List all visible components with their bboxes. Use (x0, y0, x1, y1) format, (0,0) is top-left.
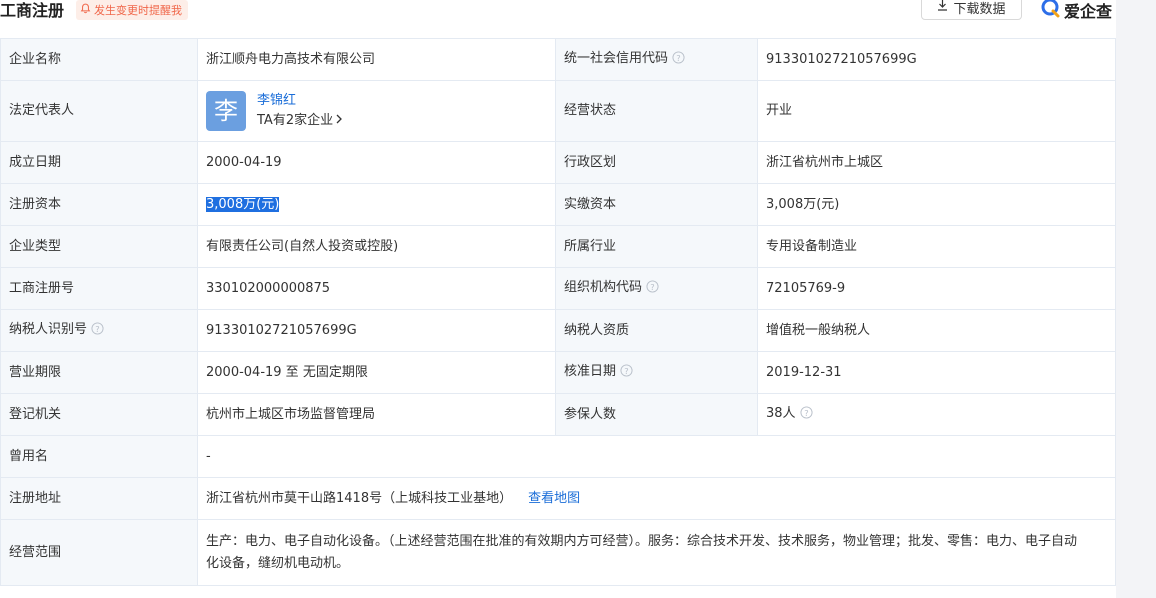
label-address: 注册地址 (0, 477, 198, 520)
label-region: 行政区划 (555, 141, 758, 184)
table-row: 工商注册号 330102000000875 组织机构代码? 72105769-9 (0, 267, 1116, 310)
change-alert-label: 发生变更时提醒我 (94, 3, 182, 17)
help-icon[interactable]: ? (91, 321, 104, 342)
download-icon (937, 0, 948, 15)
label-type: 企业类型 (0, 225, 198, 268)
svg-text:?: ? (676, 52, 680, 62)
value-company-name: 浙江顺舟电力高技术有限公司 (197, 38, 556, 81)
label-approval: 核准日期? (555, 351, 758, 394)
label-insured: 参保人数 (555, 393, 758, 436)
value-term: 2000-04-19 至 无固定期限 (197, 351, 556, 394)
table-row: 经营范围 生产：电力、电子自动化设备。（上述经营范围在批准的有效期内方可经营）。… (0, 519, 1116, 586)
table-row: 登记机关 杭州市上城区市场监督管理局 参保人数 38人? (0, 393, 1116, 436)
download-data-label: 下载数据 (953, 1, 1006, 17)
help-icon[interactable]: ? (672, 50, 685, 71)
value-type: 有限责任公司(自然人投资或控股) (197, 225, 556, 268)
help-icon[interactable]: ? (646, 279, 659, 300)
value-reg-capital: 3,008万(元) (197, 183, 556, 226)
legal-rep-name-link[interactable]: 李锦红 (257, 91, 343, 111)
label-company-name: 企业名称 (0, 38, 198, 81)
value-insured: 38人? (757, 393, 1116, 436)
table-row: 企业名称 浙江顺舟电力高技术有限公司 统一社会信用代码? 91330102721… (0, 38, 1116, 81)
value-status: 开业 (757, 80, 1116, 142)
right-scroll-gutter (1116, 0, 1156, 598)
label-org-code: 组织机构代码? (555, 267, 758, 310)
help-icon[interactable]: ? (620, 363, 633, 384)
business-registration-table: 企业名称 浙江顺舟电力高技术有限公司 统一社会信用代码? 91330102721… (0, 38, 1116, 586)
label-scope: 经营范围 (0, 519, 198, 586)
label-industry: 所属行业 (555, 225, 758, 268)
value-org-code: 72105769-9 (757, 267, 1116, 310)
change-alert-button[interactable]: 发生变更时提醒我 (76, 0, 188, 20)
view-map-link[interactable]: 查看地图 (528, 491, 580, 506)
value-region: 浙江省杭州市上城区 (757, 141, 1116, 184)
help-icon[interactable]: ? (800, 405, 813, 426)
value-industry: 专用设备制造业 (757, 225, 1116, 268)
value-tax-id: 91330102721057699G (197, 309, 556, 352)
label-tax-qual: 纳税人资质 (555, 309, 758, 352)
svg-text:?: ? (624, 365, 628, 375)
value-address: 浙江省杭州市莫干山路1418号（上城科技工业基地） 查看地图 (197, 477, 1116, 520)
label-reg-no: 工商注册号 (0, 267, 198, 310)
svg-text:?: ? (95, 323, 99, 333)
value-reg-no: 330102000000875 (197, 267, 556, 310)
label-paid-capital: 实缴资本 (555, 183, 758, 226)
value-legal-rep: 李 李锦红 TA有2家企业 (197, 80, 556, 142)
label-tax-id: 纳税人识别号? (0, 309, 198, 352)
table-row: 注册地址 浙江省杭州市莫干山路1418号（上城科技工业基地） 查看地图 (0, 477, 1116, 520)
legal-rep-companies-label: TA有2家企业 (257, 113, 334, 128)
value-authority: 杭州市上城区市场监督管理局 (197, 393, 556, 436)
table-row: 曾用名 - (0, 435, 1116, 478)
label-status: 经营状态 (555, 80, 758, 142)
label-founded: 成立日期 (0, 141, 198, 184)
aiqicha-logo: 爱企查 (1040, 0, 1112, 23)
table-row: 成立日期 2000-04-19 行政区划 浙江省杭州市上城区 (0, 141, 1116, 184)
label-legal-rep: 法定代表人 (0, 80, 198, 142)
value-former-name: - (197, 435, 1116, 478)
bell-icon (80, 1, 91, 20)
svg-text:?: ? (650, 281, 654, 291)
legal-rep-companies-link[interactable]: TA有2家企业 (257, 111, 343, 131)
download-data-button[interactable]: 下载数据 (921, 0, 1022, 20)
selected-text: 3,008万(元) (206, 196, 280, 212)
svg-text:?: ? (804, 407, 808, 417)
value-tax-qual: 增值税一般纳税人 (757, 309, 1116, 352)
label-reg-capital: 注册资本 (0, 183, 198, 226)
value-paid-capital: 3,008万(元) (757, 183, 1116, 226)
value-founded: 2000-04-19 (197, 141, 556, 184)
table-row: 企业类型 有限责任公司(自然人投资或控股) 所属行业 专用设备制造业 (0, 225, 1116, 268)
address-text: 浙江省杭州市莫干山路1418号（上城科技工业基地） (206, 490, 513, 506)
section-header: 工商注册 发生变更时提醒我 下载数据 爱企查 (0, 0, 1116, 34)
table-row: 法定代表人 李 李锦红 TA有2家企业 经营状态 开业 (0, 80, 1116, 142)
value-credit-code: 91330102721057699G (757, 38, 1116, 81)
label-former-name: 曾用名 (0, 435, 198, 478)
section-title: 工商注册 (0, 1, 65, 20)
avatar[interactable]: 李 (206, 91, 246, 131)
value-scope: 生产：电力、电子自动化设备。（上述经营范围在批准的有效期内方可经营）。服务：综合… (197, 519, 1116, 586)
label-credit-code: 统一社会信用代码? (555, 38, 758, 81)
label-term: 营业期限 (0, 351, 198, 394)
table-row: 纳税人识别号? 91330102721057699G 纳税人资质 增值税一般纳税… (0, 309, 1116, 352)
label-authority: 登记机关 (0, 393, 198, 436)
logo-text: 爱企查 (1064, 2, 1113, 21)
table-row: 营业期限 2000-04-19 至 无固定期限 核准日期? 2019-12-31 (0, 351, 1116, 394)
logo-mark-icon (1040, 0, 1062, 23)
chevron-right-icon (335, 111, 343, 131)
value-approval: 2019-12-31 (757, 351, 1116, 394)
table-row: 注册资本 3,008万(元) 实缴资本 3,008万(元) (0, 183, 1116, 226)
